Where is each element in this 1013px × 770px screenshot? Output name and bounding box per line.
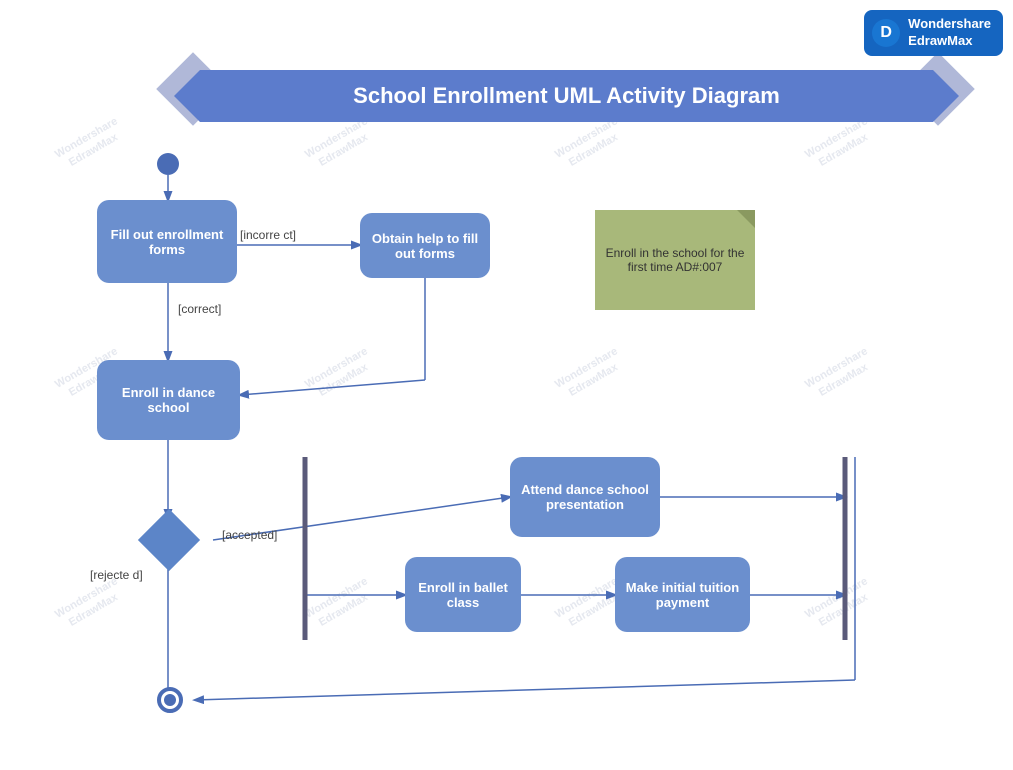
label-incorrect: [incorre ct] (240, 228, 296, 242)
watermark-7: WondershareEdrawMax (553, 344, 628, 404)
obtain-help-node: Obtain help to fill out forms (360, 213, 490, 278)
enroll-dance-node: Enroll in dance school (97, 360, 240, 440)
start-node (157, 153, 179, 175)
watermark-2: WondershareEdrawMax (303, 114, 378, 174)
attend-dance-node: Attend dance school presentation (510, 457, 660, 537)
fill-out-node: Fill out enrollment forms (97, 200, 237, 283)
watermark-10: WondershareEdrawMax (303, 574, 378, 634)
watermark-12: WondershareEdrawMax (803, 574, 878, 634)
watermark-9: WondershareEdrawMax (53, 574, 128, 634)
brand-badge: D WondershareEdrawMax (864, 10, 1003, 56)
make-payment-node: Make initial tuition payment (615, 557, 750, 632)
end-node (157, 687, 183, 713)
watermark-8: WondershareEdrawMax (803, 344, 878, 404)
title-banner: School Enrollment UML Activity Diagram (200, 70, 933, 122)
label-correct: [correct] (178, 302, 221, 316)
enroll-ballet-node: Enroll in ballet class (405, 557, 521, 632)
watermark-1: WondershareEdrawMax (53, 114, 128, 174)
decision-diamond (138, 509, 200, 571)
watermark-3: WondershareEdrawMax (553, 114, 628, 174)
diagram-title: School Enrollment UML Activity Diagram (353, 83, 780, 109)
brand-icon: D (872, 19, 900, 47)
label-accepted: [accepted] (222, 528, 277, 542)
brand-name: WondershareEdrawMax (908, 16, 991, 50)
label-rejected: [rejecte d] (90, 568, 143, 582)
end-node-inner (164, 694, 176, 706)
note-node: Enroll in the school for the first time … (595, 210, 755, 310)
watermark-6: WondershareEdrawMax (303, 344, 378, 404)
watermark-4: WondershareEdrawMax (803, 114, 878, 174)
